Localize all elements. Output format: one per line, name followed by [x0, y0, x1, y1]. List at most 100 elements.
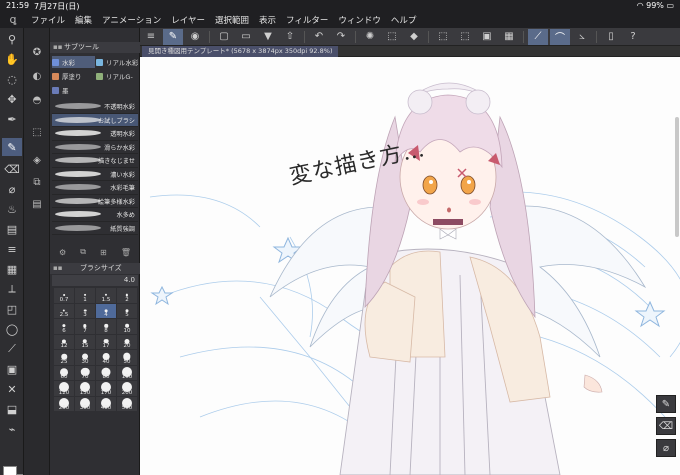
brush-list-item[interactable]: 絵筆多様水彩 [52, 195, 138, 208]
device-icon[interactable]: ▯ [601, 29, 621, 45]
brush-size-option[interactable]: 4 [96, 303, 116, 318]
ruler-icon[interactable]: ⟂ [2, 280, 22, 298]
brush-tool-icon[interactable]: ✎ [163, 28, 183, 45]
canvas-tool-eyedropper-icon[interactable]: ⌀ [656, 439, 676, 457]
figure-icon[interactable]: ≡ [2, 240, 22, 258]
line-icon[interactable]: ⟋ [2, 340, 22, 358]
export-icon[interactable]: ⇧ [280, 29, 300, 45]
gradient-icon[interactable]: ▤ [2, 220, 22, 238]
brush-list-item[interactable]: お試しブラシ [52, 113, 138, 127]
panel-grip-icon[interactable]: ▪▪ [53, 42, 63, 53]
menu-animation[interactable]: アニメーション [97, 14, 166, 26]
zoom-icon[interactable]: ⚲ [2, 30, 22, 48]
brush-size-option[interactable]: 200 [117, 381, 137, 396]
brush-list-item[interactable]: 水多め [52, 208, 138, 222]
brush-size-option[interactable]: 1 [75, 288, 95, 303]
brush-size-option[interactable]: 17 [96, 334, 116, 349]
brush-size-option[interactable]: 1.5 [96, 288, 116, 303]
brush-size-option[interactable]: 12 [54, 334, 74, 349]
document-tab[interactable]: 見開き種図用テンプレート* (5678 x 3874px 350dpi 92.8… [142, 46, 339, 57]
balloon-icon[interactable]: ◯ [2, 320, 22, 338]
help-icon[interactable]: ? [623, 29, 643, 45]
brush-icon[interactable]: ✎ [2, 138, 22, 156]
menu-filter[interactable]: フィルター [281, 14, 333, 26]
invert-select-icon[interactable]: ▣ [477, 29, 497, 45]
brush-size-option[interactable]: 500 [117, 396, 137, 411]
transform-icon[interactable]: ⬚ [382, 29, 402, 45]
brush-list-item[interactable]: 透明水彩 [52, 127, 138, 141]
group-real-g[interactable]: リアルG- [96, 70, 139, 82]
redo-icon[interactable]: ↷ [331, 29, 351, 45]
canvas-tool-brush-icon[interactable]: ✎ [656, 395, 676, 413]
brush-list-item[interactable]: 紙質強調 [52, 222, 138, 235]
menu-selection[interactable]: 選択範囲 [210, 14, 254, 26]
group-ink[interactable]: 墨 [52, 84, 95, 96]
hamburger-menu-icon[interactable]: ≡ [141, 29, 161, 45]
brush-list-item[interactable]: 不透明水彩 [52, 100, 138, 114]
save-icon[interactable]: ▼ [258, 29, 278, 45]
menu-edit[interactable]: 編集 [70, 14, 97, 26]
crop-icon[interactable]: ▦ [499, 29, 519, 45]
text-icon[interactable]: ◰ [2, 300, 22, 318]
canvas[interactable]: 変な描き方… ✎ ⌫ ⌀ [140, 57, 680, 475]
lasso-icon[interactable]: ◌ [2, 70, 22, 88]
brush-size-option[interactable]: 8 [96, 319, 116, 334]
brush-size-option[interactable]: 6 [54, 319, 74, 334]
eraser-icon[interactable]: ⌫ [2, 160, 22, 178]
spoit-icon[interactable]: ⌁ [2, 420, 22, 438]
brush-size-slider[interactable]: 4.0 [52, 275, 138, 286]
add-subtool-icon[interactable]: ⊞ [100, 248, 107, 257]
brush-size-option[interactable]: 150 [75, 381, 95, 396]
brush-size-option[interactable]: 60 [54, 365, 74, 380]
menu-window[interactable]: ウィンドウ [333, 14, 386, 26]
color-wheel-icon[interactable]: ◉ [185, 29, 205, 45]
brush-list-item[interactable]: 水彩毛筆 [52, 181, 138, 195]
brush-size-option[interactable]: 120 [54, 381, 74, 396]
open-folder-icon[interactable]: ▭ [236, 29, 256, 45]
brush-size-option[interactable]: 70 [75, 365, 95, 380]
fill-icon[interactable]: ◆ [404, 29, 424, 45]
fill-tool-icon[interactable]: ▣ [2, 360, 22, 378]
brush-size-option[interactable]: 100 [117, 365, 137, 380]
layer-palette-icon[interactable]: ⬚ [28, 124, 46, 140]
navigator-icon[interactable]: ◈ [28, 152, 46, 168]
panel-grip-icon[interactable]: ▪▪ [53, 263, 63, 274]
menu-view[interactable]: 表示 [254, 14, 281, 26]
brush-size-option[interactable]: 300 [75, 396, 95, 411]
brush-size-option[interactable]: 15 [75, 334, 95, 349]
brush-size-option[interactable]: 40 [96, 350, 116, 365]
hand-icon[interactable]: ✋ [2, 50, 22, 68]
layers-stack-icon[interactable]: ⧉ [28, 174, 46, 190]
brush-list-item[interactable]: 描きなじませ [52, 154, 138, 168]
brush-size-option[interactable]: 20 [117, 334, 137, 349]
menu-file[interactable]: ファイル [26, 14, 70, 26]
undo-icon[interactable]: ↶ [309, 29, 329, 45]
vertical-scrollbar[interactable] [675, 117, 679, 237]
group-thick-paint[interactable]: 厚塗り [52, 70, 95, 82]
color-circle-icon[interactable]: ◓ [28, 92, 46, 108]
pen-icon[interactable]: ✒ [2, 110, 22, 128]
delete-subtool-icon[interactable]: 🗑 [121, 248, 131, 257]
brush-size-option[interactable]: 250 [54, 396, 74, 411]
brush-list-item[interactable]: 滑らか水彩 [52, 141, 138, 154]
blend-icon[interactable]: ♨ [2, 200, 22, 218]
brush-size-option[interactable]: 50 [117, 350, 137, 365]
main-color-swatch[interactable] [3, 466, 17, 475]
frame-icon[interactable]: ▦ [2, 260, 22, 278]
subtool-palette-icon[interactable]: ✪ [28, 44, 46, 60]
perspective-icon[interactable]: ⦣ [572, 29, 592, 45]
clear-icon[interactable]: ✺ [360, 29, 380, 45]
menu-help[interactable]: ヘルプ [386, 14, 422, 26]
brush-size-option[interactable]: 170 [96, 381, 116, 396]
group-real-watercolor[interactable]: リアル水彩 [96, 56, 139, 68]
group-watercolor[interactable]: 水彩 [52, 56, 95, 68]
deselect-icon[interactable]: ⬚ [455, 29, 475, 45]
material-icon[interactable]: ▤ [28, 196, 46, 212]
brush-size-option[interactable]: 3 [75, 303, 95, 318]
brush-size-option[interactable]: 30 [75, 350, 95, 365]
canvas-tool-eraser-icon[interactable]: ⌫ [656, 417, 676, 435]
brush-size-option[interactable]: 5 [117, 303, 137, 318]
select-all-icon[interactable]: ⬚ [433, 29, 453, 45]
brush-size-option[interactable]: 25 [54, 350, 74, 365]
clip-studio-icon[interactable]: ꝗ [6, 13, 20, 27]
